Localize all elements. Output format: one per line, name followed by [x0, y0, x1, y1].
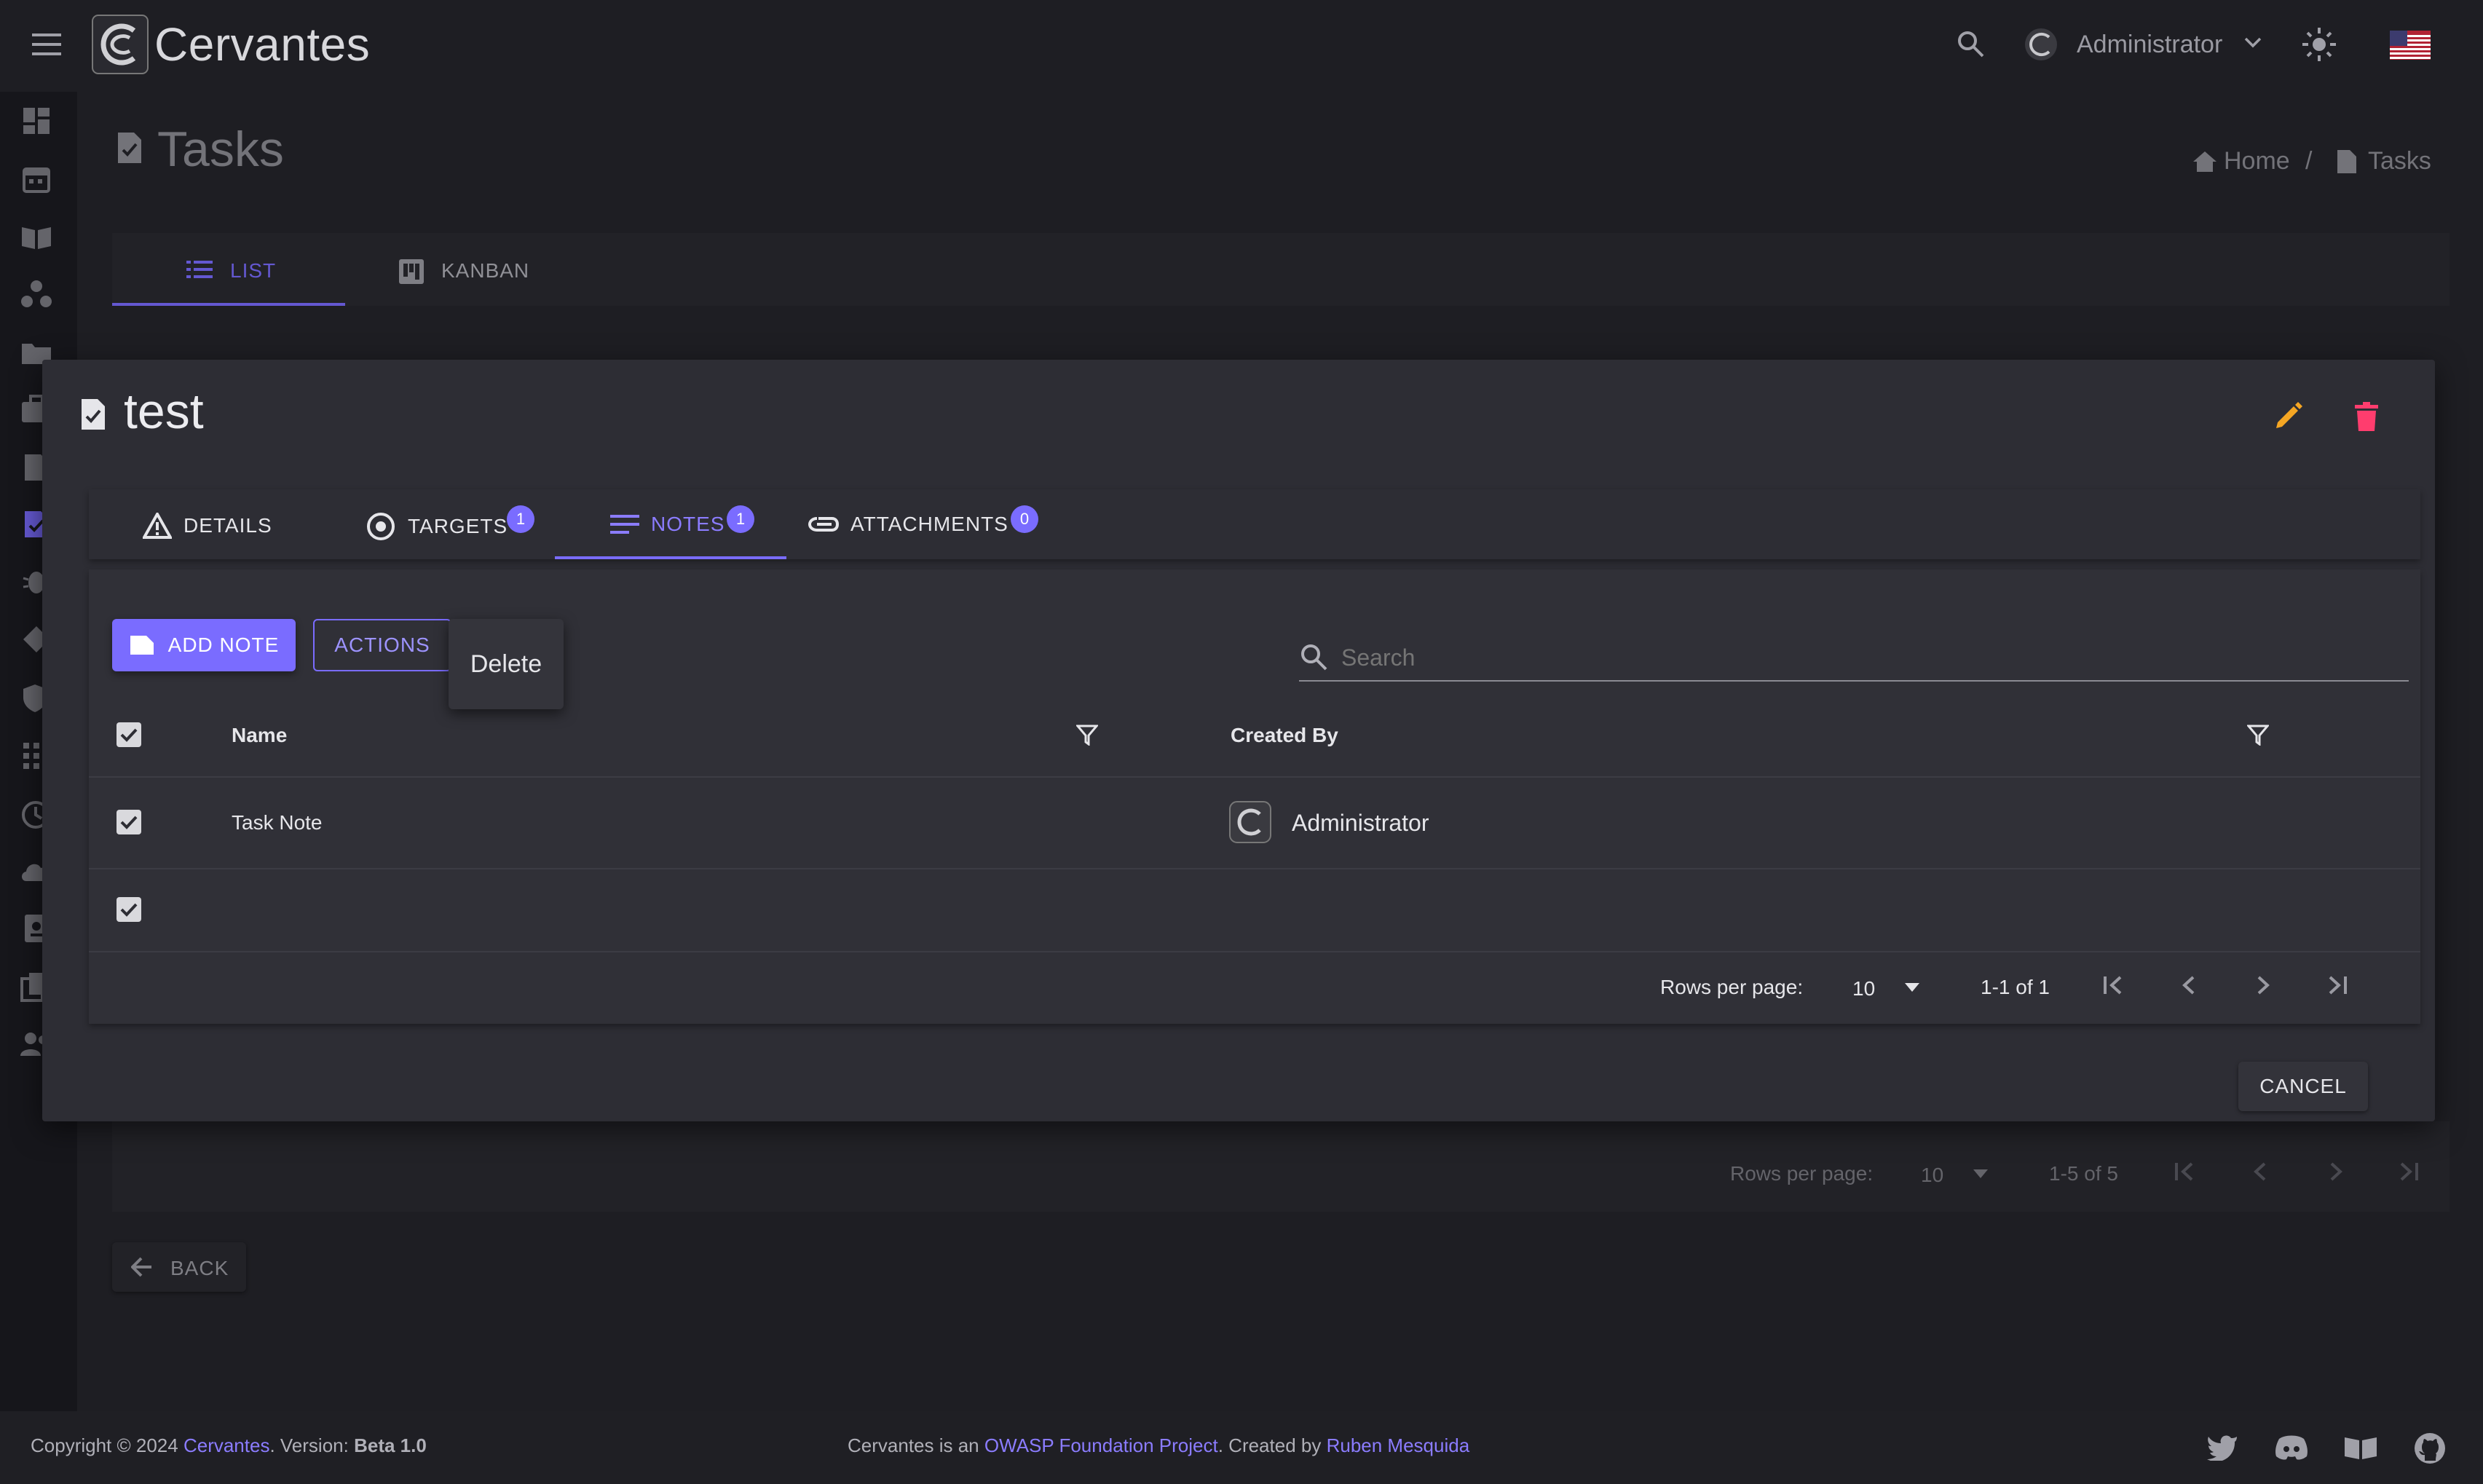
tab-notes-label: NOTES [651, 513, 725, 535]
attachments-count-badge: 0 [1011, 505, 1038, 533]
tab-details-label: DETAILS [183, 514, 272, 537]
last-page-icon[interactable] [2327, 974, 2349, 996]
actions-menu: Delete [449, 619, 564, 709]
docs-book-icon[interactable] [2343, 1434, 2378, 1461]
tab-details[interactable]: DETAILS [143, 513, 272, 539]
theme-toggle-sun-icon[interactable] [2301, 26, 2337, 63]
search-underline [1299, 680, 2409, 682]
dialog-rows-per-page-label: Rows per page: [1660, 976, 1804, 998]
note-add-icon [129, 634, 155, 656]
add-note-label: ADD NOTE [167, 634, 280, 656]
tab-notes-indicator [555, 556, 786, 559]
twitter-icon[interactable] [2206, 1433, 2238, 1461]
note-name-cell[interactable]: Task Note [232, 811, 323, 834]
brand-name[interactable]: Cervantes [154, 17, 370, 71]
add-note-button[interactable]: ADD NOTE [112, 619, 296, 671]
tab-targets-label: TARGETS [408, 515, 508, 537]
creator-name-cell: Administrator [1292, 810, 1429, 836]
caret-down-icon[interactable] [1905, 983, 1919, 992]
user-name[interactable]: Administrator [2077, 31, 2222, 59]
row-checkbox[interactable] [117, 810, 141, 834]
cancel-button[interactable]: CANCEL [2238, 1062, 2368, 1111]
dialog-title: test [124, 384, 204, 439]
user-avatar[interactable] [2024, 28, 2058, 61]
tab-attachments[interactable]: ATTACHMENTS [808, 513, 1008, 536]
creator-avatar [1229, 801, 1271, 843]
language-flag-us-icon[interactable] [2390, 31, 2431, 60]
chevron-down-icon[interactable] [2244, 36, 2262, 48]
version-value: Beta 1.0 [354, 1434, 427, 1456]
empty-row-checkbox[interactable] [117, 897, 141, 922]
table-bottom-divider [89, 951, 2420, 952]
author-link[interactable]: Ruben Mesquida [1327, 1434, 1470, 1456]
task-document-icon [80, 398, 106, 431]
top-app-bar: Cervantes Administrator [0, 0, 2483, 92]
target-icon [366, 511, 396, 542]
filter-name-icon[interactable] [1076, 724, 1098, 746]
edit-pencil-icon[interactable] [2273, 402, 2302, 431]
search-icon [1299, 642, 1328, 671]
tab-notes[interactable]: NOTES [610, 513, 725, 536]
owasp-link[interactable]: OWASP Foundation Project [984, 1434, 1218, 1456]
delete-trash-icon[interactable] [2355, 402, 2378, 431]
version-prefix: . Version: [269, 1434, 349, 1456]
footer: Copyright © 2024 Cervantes. Version: Bet… [0, 1411, 2483, 1484]
created-by-prefix: . Created by [1217, 1434, 1322, 1456]
column-header-created-by[interactable]: Created By [1231, 724, 1338, 747]
column-header-name[interactable]: Name [232, 724, 287, 747]
tab-attachments-label: ATTACHMENTS [850, 513, 1008, 535]
cervantes-link[interactable]: Cervantes [183, 1434, 270, 1456]
actions-button[interactable]: ACTIONS [313, 619, 451, 671]
select-all-checkbox[interactable] [117, 722, 141, 747]
task-dialog: test DETAILS TARGETS 1 NOTES 1 ATTACHMEN… [42, 360, 2435, 1121]
dialog-pagination-range: 1-1 of 1 [1981, 976, 2050, 998]
first-page-icon[interactable] [2101, 974, 2123, 996]
dialog-rows-per-page-select[interactable]: 10 [1852, 977, 1875, 1000]
paperclip-icon [808, 516, 839, 533]
row-divider [89, 868, 2420, 869]
search-icon[interactable] [1956, 29, 1985, 58]
warning-triangle-icon [143, 513, 172, 539]
header-divider [89, 776, 2420, 778]
owasp-prefix: Cervantes is an [848, 1434, 979, 1456]
actions-menu-delete[interactable]: Delete [470, 650, 542, 679]
notes-count-badge: 1 [727, 505, 754, 533]
next-page-icon[interactable] [2251, 974, 2273, 996]
hamburger-menu-icon[interactable] [32, 32, 61, 57]
copyright-text: Copyright © 2024 [31, 1434, 178, 1456]
search-input[interactable] [1340, 635, 2406, 680]
notes-lines-icon [610, 513, 639, 535]
github-icon[interactable] [2413, 1432, 2447, 1465]
brand-logo[interactable] [92, 15, 149, 74]
tab-targets[interactable]: TARGETS [366, 511, 508, 542]
prev-page-icon[interactable] [2179, 974, 2200, 996]
targets-count-badge: 1 [507, 505, 534, 533]
discord-icon[interactable] [2275, 1434, 2308, 1461]
footer-copyright: Copyright © 2024 Cervantes. Version: Bet… [31, 1434, 427, 1457]
footer-credits: Cervantes is an OWASP Foundation Project… [848, 1434, 1469, 1457]
filter-created-by-icon[interactable] [2247, 724, 2269, 746]
